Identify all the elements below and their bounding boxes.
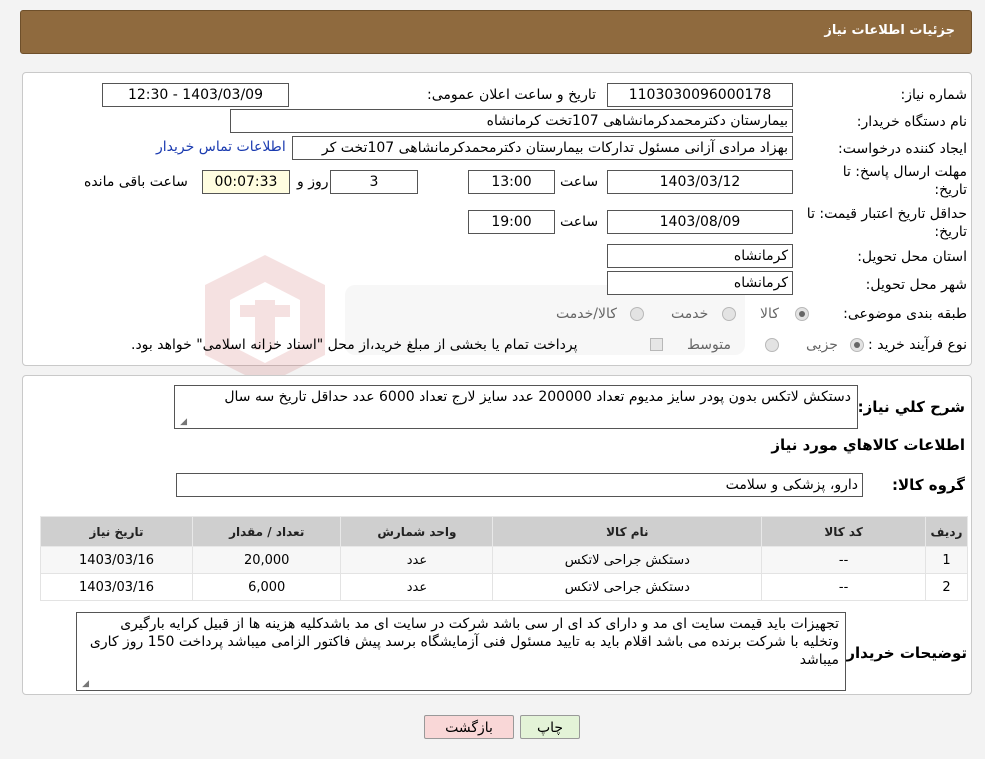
city-field: کرمانشاه	[607, 271, 793, 295]
deadline-label: مهلت ارسال پاسخ: تا	[842, 164, 967, 180]
print-button[interactable]: چاپ	[520, 715, 580, 739]
remaining-days-field: 3	[330, 170, 418, 194]
row-qty: 20,000	[191, 546, 342, 574]
category-goods-radio[interactable]	[795, 307, 809, 321]
category-label: طبقه بندی موضوعی:	[843, 306, 967, 322]
row-name: دستکش جراحی لاتکس	[492, 573, 763, 601]
col-code: کد کالا	[761, 516, 926, 547]
row-index: 1	[924, 546, 969, 574]
process-minor-label: جزیی	[806, 337, 838, 353]
deadline-time-field: 13:00	[468, 170, 555, 194]
col-row: ردیف	[924, 516, 969, 547]
goods-group-field: دارو، پزشکی و سلامت	[176, 473, 863, 497]
goods-group-label: گروه كالا:	[892, 476, 965, 494]
description-text: دستکش لاتکس بدون پودر سایز مدیوم تعداد 2…	[224, 389, 851, 405]
buyer-notes-label: توضیحات خریدار:	[840, 644, 967, 662]
treasury-checkbox[interactable]	[650, 338, 663, 351]
requester-label: ایجاد کننده درخواست:	[838, 141, 967, 157]
announce-field: 1403/03/09 - 12:30	[102, 83, 289, 107]
requester-field: بهزاد مرادی آزانی مسئول تداركات بیمارستا…	[292, 136, 793, 160]
validity-label: حداقل تاریخ اعتبار قیمت: تا	[806, 206, 967, 222]
col-name: نام کالا	[492, 516, 763, 547]
row-name: دستکش جراحی لاتکس	[492, 546, 763, 574]
row-unit: عدد	[340, 546, 494, 574]
buyer-contact-link[interactable]: اطلاعات تماس خریدار	[156, 139, 286, 155]
province-label: استان محل تحویل:	[857, 249, 967, 265]
validity-time-label: ساعت	[560, 214, 599, 230]
deadline-label-date: تاریخ:	[934, 182, 967, 198]
days-label: روز و	[297, 174, 329, 190]
city-label: شهر محل تحویل:	[865, 277, 967, 293]
validity-time-field: 19:00	[468, 210, 555, 234]
remaining-time-field: 00:07:33	[202, 170, 290, 194]
table-row: 1 -- دستکش جراحی لاتکس عدد 20,000 1403/0…	[40, 546, 969, 574]
announce-label: تاریخ و ساعت اعلان عمومی:	[427, 87, 596, 103]
buyer-org-label: نام دستگاه خریدار:	[856, 114, 967, 130]
category-goods-label: کالا	[760, 306, 779, 322]
col-unit: واحد شمارش	[340, 516, 494, 547]
category-both-label: کالا/خدمت	[556, 306, 617, 322]
row-date: 1403/03/16	[40, 546, 193, 574]
page-title: جزئیات اطلاعات نیاز	[824, 23, 955, 38]
category-service-radio[interactable]	[722, 307, 736, 321]
col-qty: تعداد / مقدار	[191, 516, 342, 547]
validity-label-date: تاریخ:	[934, 224, 967, 240]
description-label: شرح كلي نياز:	[857, 398, 965, 416]
description-textarea[interactable]: دستکش لاتکس بدون پودر سایز مدیوم تعداد 2…	[174, 385, 858, 429]
process-label: نوع فرآیند خرید :	[868, 337, 967, 353]
category-both-radio[interactable]	[630, 307, 644, 321]
buyer-notes-textarea[interactable]: تجهیزات باید قیمت سایت ای مد و دارای کد …	[76, 612, 846, 691]
resize-grip-icon: ◢	[180, 417, 187, 427]
category-service-label: خدمت	[671, 306, 709, 322]
page-header: جزئیات اطلاعات نیاز	[20, 10, 972, 54]
row-code: --	[761, 546, 926, 574]
row-date: 1403/03/16	[40, 573, 193, 601]
row-unit: عدد	[340, 573, 494, 601]
row-qty: 6,000	[191, 573, 342, 601]
need-number-field: 1103030096000178	[607, 83, 793, 107]
items-table: ردیف کد کالا نام کالا واحد شمارش تعداد /…	[40, 516, 969, 601]
items-table-header: ردیف کد کالا نام کالا واحد شمارش تعداد /…	[40, 516, 969, 547]
row-index: 2	[924, 573, 969, 601]
province-field: کرمانشاه	[607, 244, 793, 268]
back-button[interactable]: بازگشت	[424, 715, 514, 739]
items-section-title: اطلاعات كالاهاي مورد نياز	[771, 436, 965, 454]
process-medium-radio[interactable]	[765, 338, 779, 352]
col-date: تاریخ نیاز	[40, 516, 193, 547]
remaining-label: ساعت باقی مانده	[84, 174, 188, 190]
deadline-time-label: ساعت	[560, 174, 599, 190]
buyer-notes-text: تجهیزات باید قیمت سایت ای مد و دارای کد …	[89, 616, 839, 668]
buyer-org-field: بیمارستان دکترمحمدکرمانشاهی 107تخت کرمان…	[230, 109, 793, 133]
table-row: 2 -- دستکش جراحی لاتکس عدد 6,000 1403/03…	[40, 573, 969, 601]
process-medium-label: متوسط	[687, 337, 731, 353]
process-minor-radio[interactable]	[850, 338, 864, 352]
deadline-date-field: 1403/03/12	[607, 170, 793, 194]
resize-grip-icon: ◢	[82, 679, 89, 689]
need-number-label: شماره نیاز:	[900, 87, 968, 103]
process-note: پرداخت تمام یا بخشی از مبلغ خرید،از محل …	[131, 337, 578, 353]
row-code: --	[761, 573, 926, 601]
validity-date-field: 1403/08/09	[607, 210, 793, 234]
